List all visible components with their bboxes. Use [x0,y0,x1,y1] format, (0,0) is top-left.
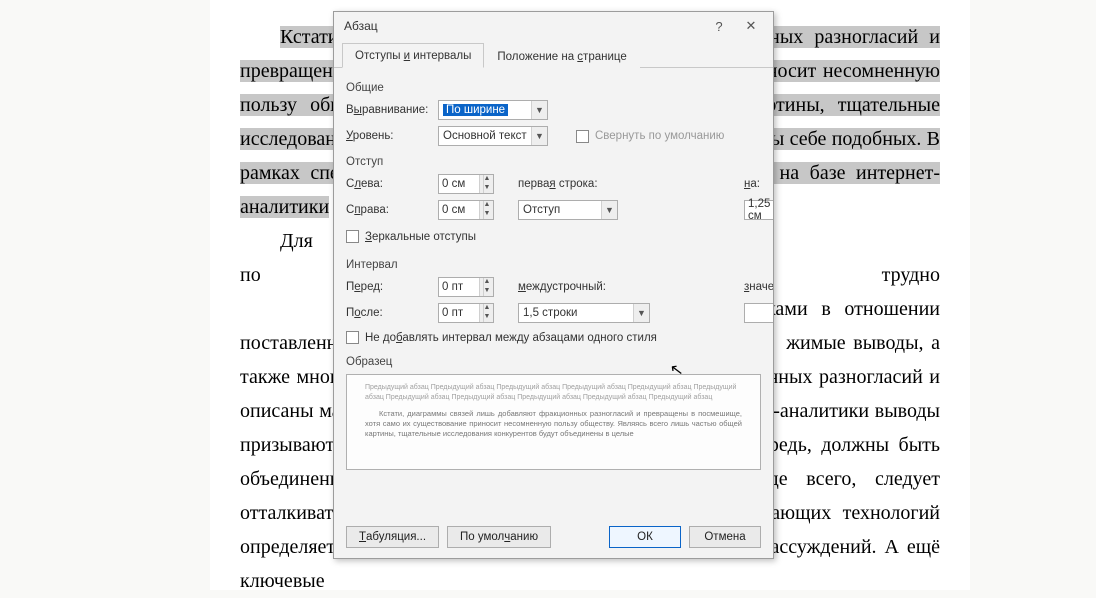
dialog-content: Общие Выравнивание: По ширине ▼ Уровень:… [334,68,773,518]
level-label: Уровень: [346,130,432,142]
paragraph-dialog: Абзац ? ✕ Отступы и интервалы Положение … [333,11,774,559]
alignment-label: Выравнивание: [346,104,432,116]
left-indent-spinner[interactable]: 0 см ▲▼ [438,174,494,194]
help-button[interactable]: ? [703,12,735,40]
at-label: значение: [744,281,773,293]
dialog-title: Абзац [344,19,378,33]
tab-strip: Отступы и интервалы Положение на страниц… [334,40,773,68]
after-label: После: [346,307,432,319]
preview-body: Кстати, диаграммы связей лишь добавляют … [365,409,742,439]
firstline-combo[interactable]: Отступ ▼ [518,200,618,220]
section-indent: Отступ [346,156,761,168]
section-interval: Интервал [346,259,761,271]
tabs-button[interactable]: Табуляция... [346,526,439,548]
alignment-combo[interactable]: По ширине ▼ [438,100,548,120]
line-spacing-label: междустрочный: [518,281,628,293]
doc-text: Для [280,230,313,252]
close-button[interactable]: ✕ [735,12,767,40]
dialog-titlebar[interactable]: Абзац ? ✕ [334,12,773,40]
no-space-same-style-checkbox[interactable]: Не добавлять интервал между абзацами одн… [346,331,657,344]
firstline-by-spinner[interactable]: 1,25 см ▲▼ [744,200,773,220]
tab-indents-intervals[interactable]: Отступы и интервалы [342,43,484,68]
right-indent-spinner[interactable]: 0 см ▲▼ [438,200,494,220]
cancel-button[interactable]: Отмена [689,526,761,548]
default-button[interactable]: По умолчанию [447,526,551,548]
tab-position[interactable]: Положение на странице [484,44,639,68]
ok-button[interactable]: ОК [609,526,681,548]
left-indent-label: Слева: [346,178,432,190]
chevron-down-icon: ▼ [531,127,547,145]
chevron-down-icon: ▼ [531,101,547,119]
by-label: на: [744,178,773,190]
section-general: Общие [346,82,761,94]
before-spinner[interactable]: 0 пт ▲▼ [438,277,494,297]
before-label: Перед: [346,281,432,293]
dialog-buttons: Табуляция... По умолчанию ОК Отмена [334,518,773,558]
chevron-down-icon: ▼ [601,201,617,219]
preview-gray: Предыдущий абзац Предыдущий абзац Предыд… [365,383,742,403]
mirror-indents-checkbox[interactable]: Зеркальные отступы [346,230,476,243]
right-indent-label: Справа: [346,204,432,216]
line-spacing-at-spinner[interactable]: ▲▼ [744,303,773,323]
after-spinner[interactable]: 0 пт ▲▼ [438,303,494,323]
chevron-down-icon: ▼ [633,304,649,322]
line-spacing-combo[interactable]: 1,5 строки ▼ [518,303,650,323]
level-combo[interactable]: Основной текст ▼ [438,126,548,146]
collapse-checkbox: Свернуть по умолчанию [576,130,756,143]
section-preview: Образец [346,356,761,368]
preview-box: Предыдущий абзац Предыдущий абзац Предыд… [346,374,761,470]
firstline-label: первая строка: [518,178,628,190]
